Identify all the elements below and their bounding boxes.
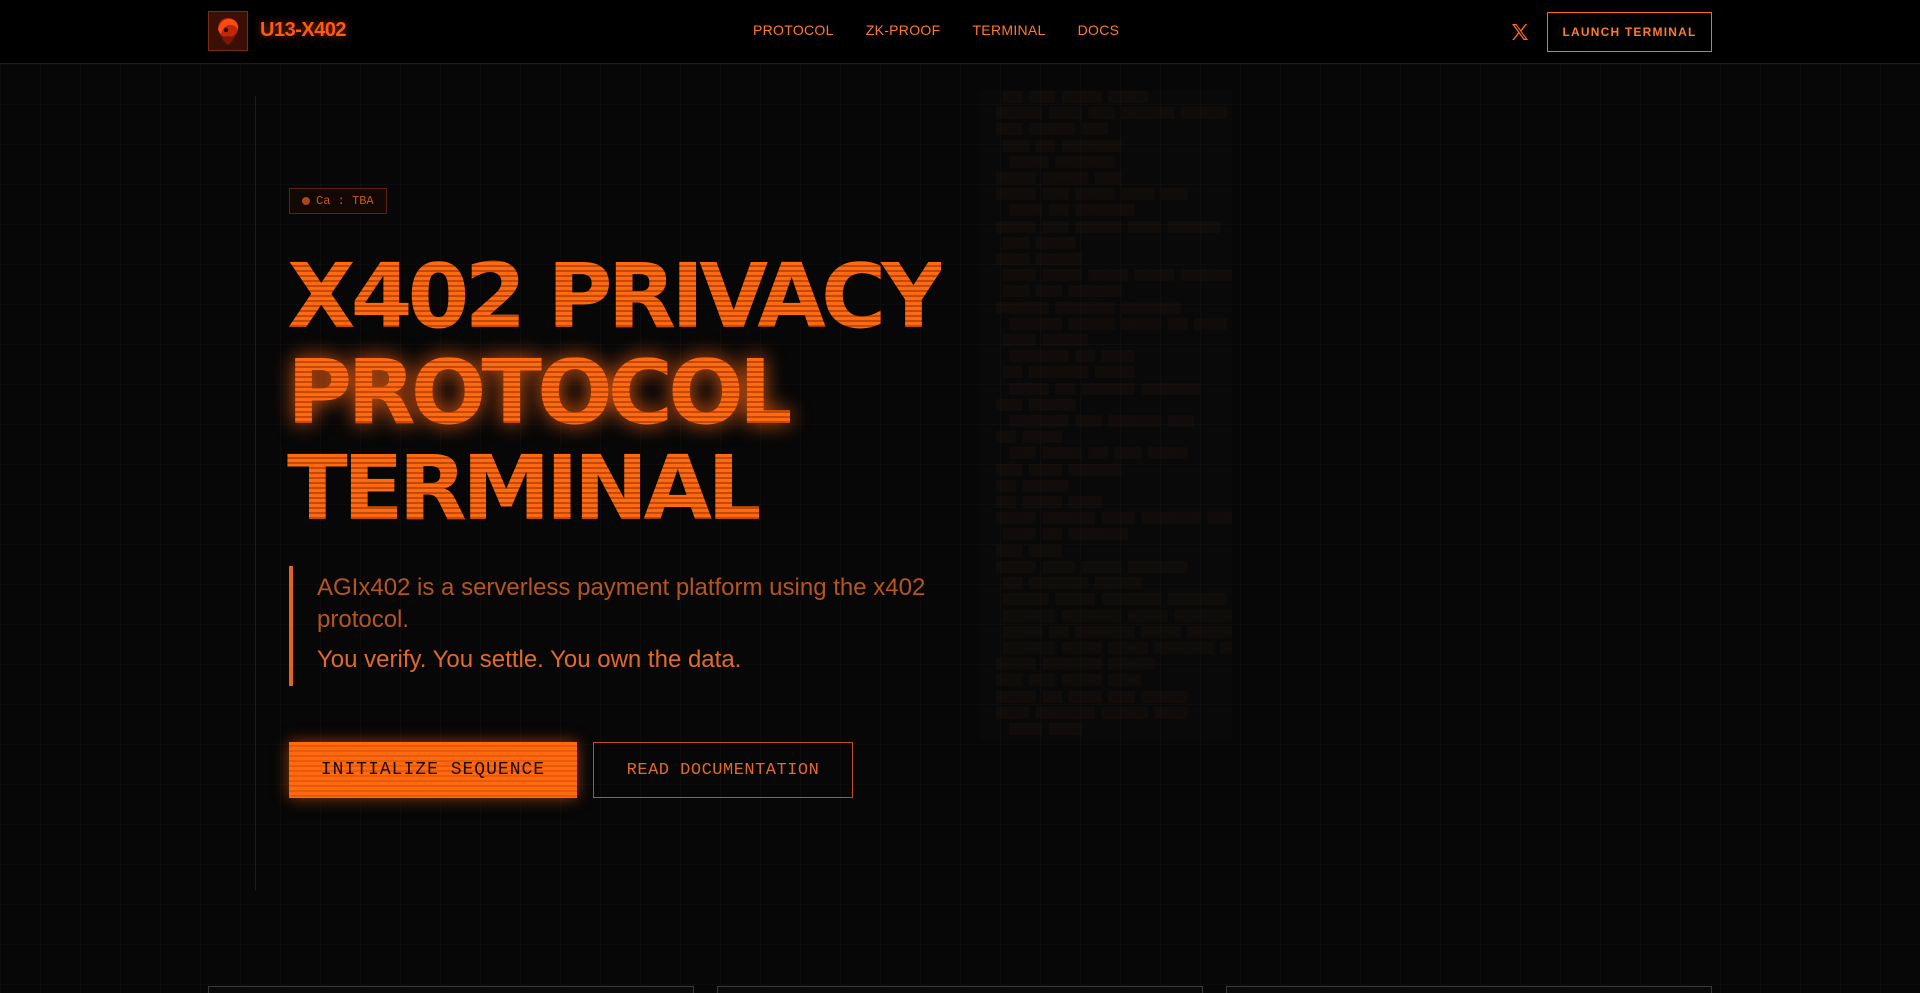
- code-texture-line: ▒▒▒▒▒▒▒▒ ▒▒▒▒▒▒▒ ▒▒▒▒▒▒ ▒▒▒ ▒▒▒▒▒: [996, 318, 1232, 331]
- hero-title-line-3: TERMINAL: [287, 436, 764, 540]
- code-texture-line: ▒▒▒▒▒▒▒▒▒ ▒▒▒ ▒▒▒▒▒: [996, 351, 1142, 364]
- code-texture-line: ▒▒▒▒▒▒▒ ▒▒▒▒▒ ▒▒▒▒ ▒▒▒▒▒▒▒▒ ▒▒▒▒▒▒▒: [996, 108, 1232, 121]
- code-texture-line: ▒▒▒▒▒ ▒▒▒ ▒▒▒▒▒▒▒▒▒: [996, 529, 1135, 542]
- initialize-sequence-button[interactable]: INITIALIZE SEQUENCE: [289, 742, 577, 798]
- code-texture-line: ▒▒▒▒▒▒ ▒▒▒▒▒▒▒▒ ▒▒▒▒▒ ▒▒▒▒▒▒▒▒▒ ▒▒▒▒▒▒▒▒: [996, 513, 1232, 526]
- code-texture-line: ▒▒▒▒▒ ▒▒▒▒▒▒▒: [996, 335, 1096, 348]
- code-texture-line: ▒▒▒▒ ▒▒▒▒▒▒▒: [996, 399, 1082, 412]
- code-texture-line: ▒▒▒▒▒▒ ▒▒▒ ▒▒▒▒▒▒▒▒▒ ▒▒▒▒▒▒ ▒▒▒▒▒▒▒: [996, 626, 1232, 639]
- code-texture-line: ▒▒▒▒▒▒▒▒ ▒▒▒▒▒▒ ▒▒▒▒▒▒ ▒▒▒▒▒▒▒▒▒ ▒▒▒▒▒▒▒…: [1002, 642, 1232, 655]
- launch-terminal-button[interactable]: LAUNCH TERMINAL: [1547, 12, 1712, 52]
- code-texture-line: ▒▒▒▒▒ ▒▒▒▒▒▒▒: [996, 254, 1089, 267]
- brand-name[interactable]: U13-X402: [260, 19, 347, 42]
- code-texture-line: ▒▒▒▒ ▒▒▒▒▒▒ ▒▒▒ ▒▒▒▒ ▒▒▒▒▒▒: [996, 448, 1195, 461]
- code-texture-line: ▒▒▒▒ ▒▒▒▒ ▒▒▒▒▒▒▒▒: [996, 286, 1129, 299]
- feature-card-2[interactable]: [717, 986, 1203, 993]
- code-texture-line: ▒▒▒▒▒▒ ▒▒▒▒▒▒▒ ▒▒▒▒: [996, 173, 1129, 186]
- top-nav-bar: U13-X402 PROTOCOL ZK-PROOF TERMINAL DOCS…: [0, 0, 1920, 64]
- hero-tagline: You verify. You settle. You own the data…: [317, 646, 742, 673]
- code-texture-line: ▒▒▒▒▒▒ ▒▒▒▒ ▒▒▒▒▒▒ ▒▒▒▒▒ ▒▒▒▒: [996, 189, 1195, 202]
- code-texture-line: ▒▒▒ ▒▒▒▒▒▒ ▒▒▒▒▒: [996, 497, 1109, 510]
- code-texture-line: ▒▒▒▒ ▒▒▒ ▒▒▒▒▒▒▒▒▒: [996, 140, 1129, 153]
- code-texture-line: ▒▒▒▒▒▒▒▒▒ ▒▒▒▒ ▒▒▒▒▒▒▒▒ ▒▒▒▒: [996, 416, 1201, 429]
- code-texture-line: ▒▒▒▒▒▒ ▒▒▒ ▒▒▒▒▒▒▒▒ ▒▒▒▒▒▒▒▒▒: [996, 383, 1208, 396]
- code-texture-line: ▒▒▒▒▒ ▒▒▒▒▒: [996, 723, 1089, 736]
- code-texture-line: ▒▒▒▒ ▒▒▒▒▒▒: [996, 237, 1082, 250]
- code-texture-line: ▒▒▒▒ ▒▒▒▒ ▒▒▒▒▒▒ ▒▒▒▒▒: [996, 675, 1148, 688]
- code-texture-line: ▒▒▒▒▒ ▒▒▒ ▒▒▒▒▒▒▒▒▒: [996, 205, 1142, 218]
- read-documentation-button[interactable]: READ DOCUMENTATION: [593, 742, 853, 798]
- feature-card-3[interactable]: [1226, 986, 1712, 993]
- description-accent-bar: [289, 566, 293, 686]
- x-twitter-icon[interactable]: [1510, 22, 1530, 42]
- hero-description: AGIx402 is a serverless payment platform…: [317, 574, 926, 633]
- code-texture-line: ▒▒▒ ▒▒▒▒▒▒▒: [996, 480, 1076, 493]
- code-texture-line: ▒▒▒▒▒▒ ▒▒▒▒▒ ▒▒▒▒▒▒ ▒▒▒▒▒▒▒▒▒: [996, 561, 1195, 574]
- code-texture-line: ▒▒▒ ▒▒▒▒▒▒▒▒▒ ▒▒▒▒▒▒▒: [996, 578, 1148, 591]
- contract-address-badge: Ca : TBA: [289, 188, 387, 214]
- code-texture-line: ▒▒▒ ▒▒▒▒▒▒: [996, 432, 1069, 445]
- contract-address-text: Ca : TBA: [316, 194, 374, 208]
- feature-card-1[interactable]: [208, 986, 694, 993]
- code-texture-line: ▒▒▒▒ ▒▒▒▒▒▒▒ ▒▒▒▒: [996, 124, 1115, 137]
- background-code-panel: ▒▒▒ ▒▒▒▒ ▒▒▒▒▒▒ ▒▒▒▒▒▒ ▒▒▒▒▒▒▒ ▒▒▒▒▒ ▒▒▒…: [980, 90, 1232, 740]
- hero-title-line-2: PROTOCOL: [287, 340, 795, 444]
- nav-item-terminal[interactable]: TERMINAL: [972, 22, 1045, 38]
- code-texture-line: ▒▒▒ ▒▒▒▒▒▒▒▒▒ ▒▒▒▒▒▒: [996, 367, 1142, 380]
- code-texture-line: ▒▒▒▒▒▒▒▒ ▒▒▒▒▒▒▒▒▒ ▒▒▒▒▒▒ ▒▒▒▒▒▒▒▒▒: [996, 610, 1232, 623]
- code-texture-line: ▒▒▒▒▒▒ ▒▒▒▒▒▒▒▒▒: [996, 156, 1122, 169]
- section-divider-line: [255, 96, 256, 890]
- code-texture-line: ▒▒▒▒ ▒▒▒▒▒ ▒▒▒▒▒▒▒▒: [996, 464, 1129, 477]
- nav-item-zk-proof[interactable]: ZK-PROOF: [866, 22, 941, 38]
- hero-title-line-1: X402 PRIVACY: [287, 244, 946, 348]
- nav-item-protocol[interactable]: PROTOCOL: [753, 22, 834, 38]
- code-texture-line: ▒▒▒▒ ▒▒▒▒▒: [996, 545, 1069, 558]
- main-nav: PROTOCOL ZK-PROOF TERMINAL DOCS: [753, 22, 1119, 38]
- code-texture-line: ▒▒▒▒▒▒ ▒▒▒▒ ▒▒▒▒▒▒▒ ▒▒▒▒▒ ▒▒▒▒▒▒▒▒: [996, 221, 1228, 234]
- status-dot-icon: [302, 197, 310, 205]
- code-texture-line: ▒▒▒▒▒ ▒▒▒▒▒▒▒▒▒ ▒▒▒▒▒▒▒ ▒▒▒▒▒: [996, 707, 1195, 720]
- code-texture-line: ▒▒▒ ▒▒▒▒ ▒▒▒▒▒▒ ▒▒▒▒▒▒: [996, 92, 1155, 104]
- code-texture-line: ▒▒▒▒▒▒ ▒▒▒ ▒▒▒▒▒ ▒▒▒▒ ▒▒▒▒▒▒▒: [996, 691, 1195, 704]
- code-texture-line: ▒▒▒▒▒ ▒▒▒▒▒▒ ▒▒▒▒▒▒ ▒▒▒▒▒▒ ▒▒▒▒▒▒▒▒: [996, 270, 1232, 283]
- nav-item-docs[interactable]: DOCS: [1078, 22, 1120, 38]
- code-texture-line: ▒▒▒▒▒▒▒ ▒▒▒▒▒▒ ▒▒▒▒▒▒▒▒▒ ▒▒▒▒▒▒▒▒▒ ▒▒▒▒▒: [1002, 594, 1228, 607]
- code-texture-line: ▒▒▒▒▒▒ ▒▒▒▒▒▒▒▒▒ ▒▒▒▒▒▒▒: [996, 659, 1162, 672]
- code-texture-line: ▒▒▒▒▒▒▒▒ ▒▒▒▒▒▒▒▒▒ ▒▒▒▒▒▒▒▒▒: [996, 302, 1188, 315]
- avatar-logo-icon[interactable]: [208, 11, 248, 51]
